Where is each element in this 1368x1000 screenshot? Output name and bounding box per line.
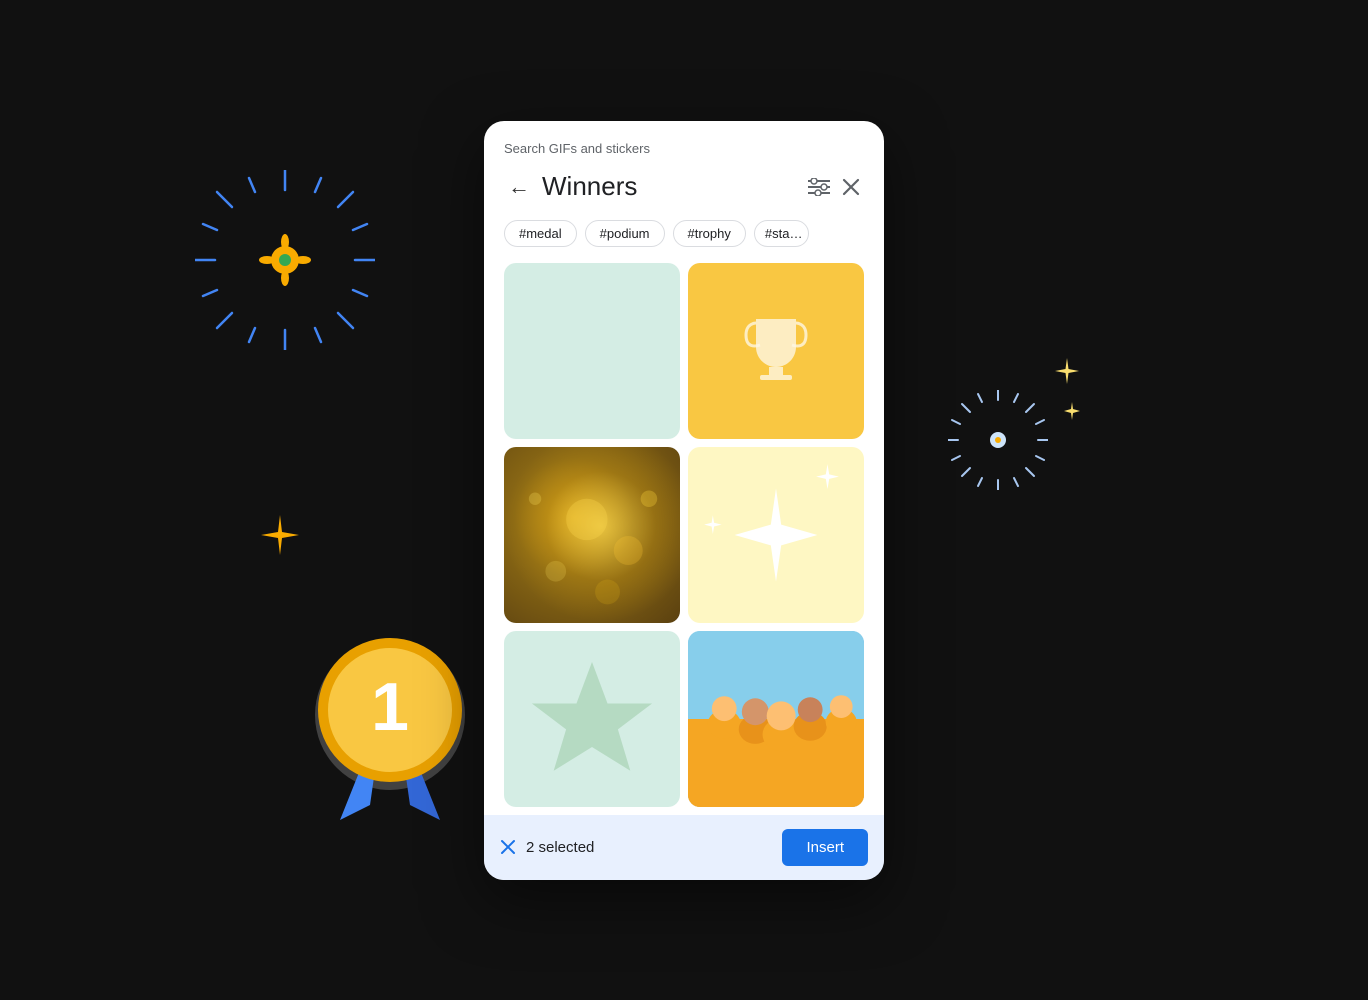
dialog-header: ← Winners [504,170,864,204]
tag-medal[interactable]: #medal [504,220,577,247]
back-button[interactable]: ← [504,170,534,204]
tags-row: #medal #podium #trophy #sta… [504,220,864,247]
clear-selection-button[interactable] [500,839,516,855]
bottom-bar: 2 selected Insert [484,815,884,880]
tag-podium[interactable]: #podium [585,220,665,247]
tag-star-partial[interactable]: #sta… [754,220,809,247]
gif-item-6[interactable] [688,631,864,807]
tag-trophy[interactable]: #trophy [673,220,746,247]
close-button[interactable] [838,174,864,200]
gif-item-1[interactable] [504,263,680,439]
gif-search-dialog: Search GIFs and stickers ← Winners [484,121,884,880]
gif-item-4[interactable] [688,447,864,623]
search-label: Search GIFs and stickers [504,141,864,156]
insert-button[interactable]: Insert [782,829,868,866]
selected-count-text: 2 selected [526,839,782,856]
gif-item-5[interactable] [504,631,680,807]
gif-item-2[interactable] [688,263,864,439]
filter-button[interactable] [800,174,838,200]
gif-grid [504,263,864,807]
header-title: Winners [542,171,800,202]
gif-item-3[interactable] [504,447,680,623]
